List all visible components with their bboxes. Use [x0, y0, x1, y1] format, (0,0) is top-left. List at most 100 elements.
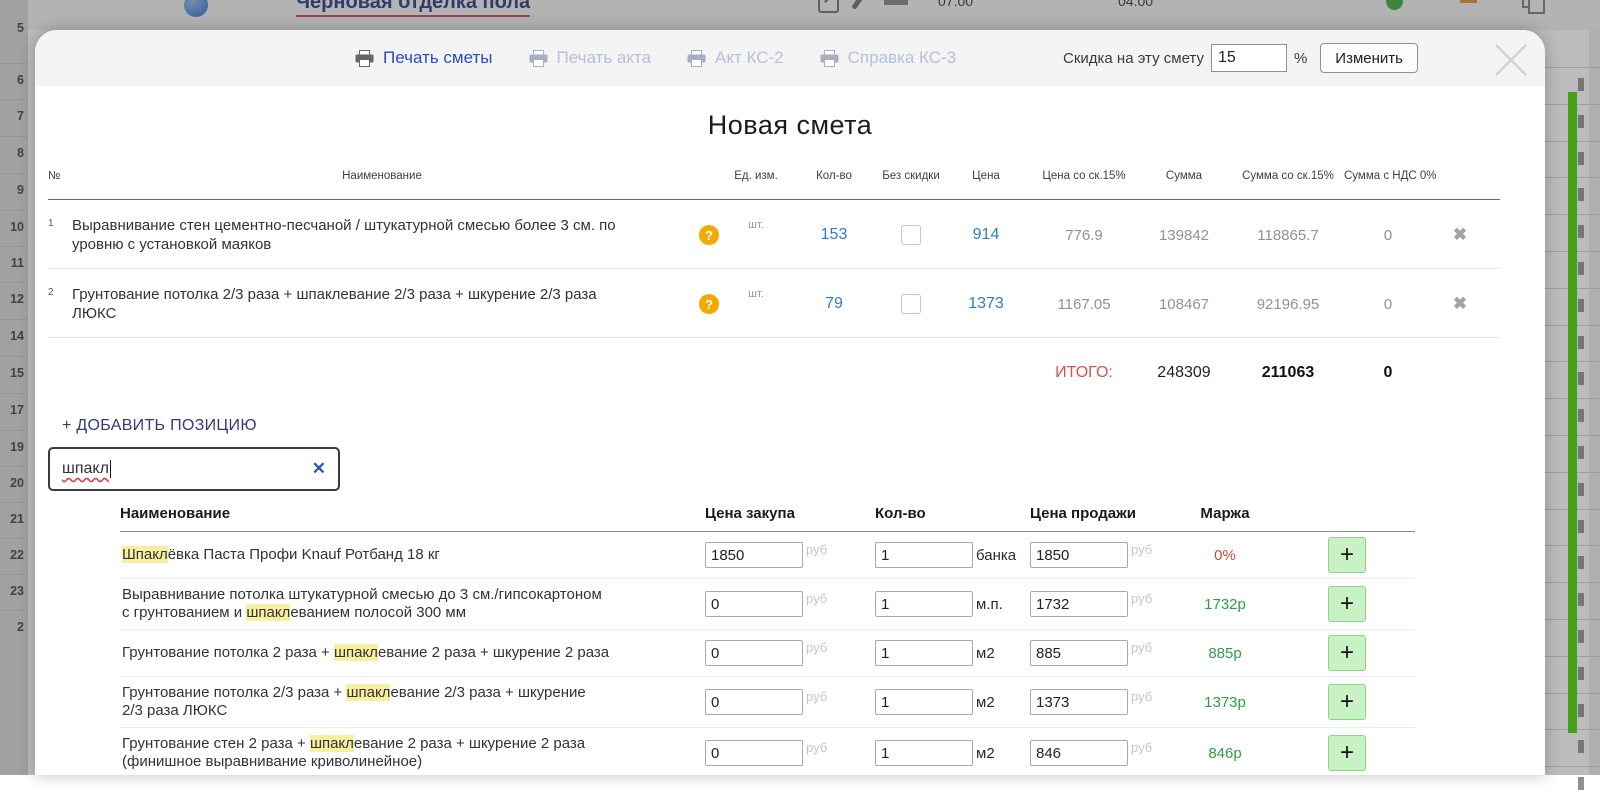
- price-discounted-value: 776.9: [1065, 226, 1103, 244]
- print-estimate-button[interactable]: Печать сметы: [355, 48, 493, 68]
- qty-input[interactable]: [875, 542, 973, 568]
- no-discount-checkbox[interactable]: [901, 225, 921, 245]
- sale-price-input[interactable]: [1030, 740, 1128, 766]
- catalog-results-table: Наименование Цена закупа Кол-во Цена про…: [120, 505, 1415, 775]
- total-sum-discounted: 211063: [1261, 364, 1315, 381]
- price-value[interactable]: 914: [940, 226, 1032, 244]
- header-sum-vat: Сумма с НДС 0%: [1344, 170, 1437, 182]
- add-to-estimate-button[interactable]: +: [1328, 635, 1366, 671]
- qty-input[interactable]: [875, 591, 973, 617]
- change-discount-button[interactable]: Изменить: [1320, 43, 1418, 73]
- sum-discounted-value: 118865.7: [1257, 226, 1319, 244]
- row-number: 2: [48, 287, 54, 298]
- printer-icon: [820, 49, 839, 67]
- add-to-estimate-button[interactable]: +: [1328, 684, 1366, 720]
- header-no-discount: Без скидки: [882, 170, 940, 182]
- act-ks2-label: Акт КС-2: [715, 48, 784, 67]
- delete-row-icon[interactable]: ✖: [1432, 225, 1488, 245]
- currency-label: руб: [806, 590, 828, 606]
- estimate-row: 2 Грунтование потолка 2/3 раза + шпаклев…: [48, 269, 1500, 338]
- unit-label: банка: [976, 546, 1017, 564]
- help-icon[interactable]: ?: [699, 225, 719, 245]
- unit-label: м.п.: [976, 595, 1003, 613]
- sum-vat-value: 0: [1383, 226, 1393, 244]
- search-match-highlight: шпакл: [346, 684, 391, 701]
- print-links: Печать сметы Печать акта Акт КС-2 Справк…: [355, 30, 956, 86]
- printer-icon: [355, 49, 374, 67]
- currency-label: руб: [1131, 639, 1153, 655]
- total-label: ИТОГО:: [1055, 364, 1113, 381]
- header-sum: Сумма: [1165, 170, 1203, 182]
- search-match-highlight: Шпакл: [122, 546, 168, 563]
- discount-input[interactable]: [1210, 44, 1287, 72]
- price-value[interactable]: 1373: [940, 295, 1032, 313]
- currency-label: руб: [806, 541, 828, 557]
- estimate-row: 1 Выравнивание стен цементно-песчаной / …: [48, 200, 1500, 269]
- act-ks2-button[interactable]: Акт КС-2: [687, 48, 784, 68]
- catalog-row: Грунтование стен 2 раза + шпаклевание 2 …: [120, 728, 1415, 775]
- qty-input[interactable]: [875, 689, 973, 715]
- print-act-button[interactable]: Печать акта: [529, 48, 651, 68]
- green-scroll-indicator[interactable]: [1568, 92, 1577, 733]
- printer-icon: [687, 49, 706, 67]
- print-estimate-label: Печать сметы: [383, 48, 493, 67]
- page-title: Новая смета: [707, 110, 873, 140]
- sale-price-input[interactable]: [1030, 591, 1128, 617]
- estimate-table-header: № Наименование Ед. изм. Кол-во Без скидк…: [48, 160, 1500, 200]
- qty-value[interactable]: 153: [786, 226, 882, 244]
- sale-price-input[interactable]: [1030, 542, 1128, 568]
- unit-label: м2: [976, 744, 995, 762]
- clear-search-icon[interactable]: ✕: [312, 459, 326, 479]
- spravka-ks3-button[interactable]: Справка КС-3: [820, 48, 956, 68]
- currency-label: руб: [806, 688, 828, 704]
- add-position-button[interactable]: + ДОБАВИТЬ ПОЗИЦИЮ: [62, 417, 257, 435]
- position-search-input[interactable]: шпакл ✕: [48, 447, 340, 491]
- discount-label: Скидка на эту смету: [1063, 49, 1204, 67]
- header-qty: Кол-во: [816, 170, 852, 182]
- search-match-highlight: шпакл: [309, 735, 354, 752]
- add-to-estimate-button[interactable]: +: [1328, 537, 1366, 573]
- header-unit: Ед. изм.: [734, 170, 778, 182]
- margin-value: 1732р: [1204, 595, 1246, 613]
- catalog-header-sale: Цена продажи: [1030, 505, 1136, 522]
- sum-value: 108467: [1158, 295, 1210, 313]
- sale-price-input[interactable]: [1030, 689, 1128, 715]
- add-to-estimate-button[interactable]: +: [1328, 586, 1366, 622]
- catalog-header-qty: Кол-во: [875, 505, 926, 522]
- purchase-price-input[interactable]: [705, 542, 803, 568]
- search-query-text: шпакл: [62, 460, 109, 477]
- help-icon[interactable]: ?: [699, 294, 719, 314]
- catalog-item-name: Грунтование потолка 2/3 раза + шпаклеван…: [122, 684, 586, 719]
- no-discount-checkbox[interactable]: [901, 294, 921, 314]
- printer-icon: [529, 49, 547, 67]
- unit-label: м2: [976, 693, 995, 711]
- qty-input[interactable]: [875, 740, 973, 766]
- delete-row-icon[interactable]: ✖: [1432, 294, 1488, 314]
- margin-value: 846р: [1208, 744, 1242, 762]
- add-to-estimate-button[interactable]: +: [1328, 735, 1366, 771]
- position-name: Выравнивание стен цементно-песчаной / шт…: [72, 217, 616, 253]
- total-sum: 248309: [1157, 364, 1211, 381]
- currency-label: руб: [1131, 541, 1153, 557]
- catalog-header-name: Наименование: [120, 505, 231, 522]
- catalog-row: Грунтование потолка 2 раза + шпаклевание…: [120, 630, 1415, 677]
- estimate-modal: Печать сметы Печать акта Акт КС-2 Справк…: [35, 30, 1545, 775]
- unit-label: м2: [976, 644, 995, 662]
- sale-price-input[interactable]: [1030, 640, 1128, 666]
- purchase-price-input[interactable]: [705, 591, 803, 617]
- purchase-price-input[interactable]: [705, 689, 803, 715]
- percent-sign: %: [1293, 49, 1308, 67]
- currency-label: руб: [806, 639, 828, 655]
- search-match-highlight: шпакл: [246, 604, 291, 621]
- search-match-highlight: шпакл: [333, 644, 378, 661]
- purchase-price-input[interactable]: [705, 640, 803, 666]
- purchase-price-input[interactable]: [705, 740, 803, 766]
- qty-value[interactable]: 79: [786, 295, 882, 313]
- position-name: Грунтование потолка 2/3 раза + шпаклеван…: [72, 286, 597, 322]
- qty-input[interactable]: [875, 640, 973, 666]
- price-discounted-value: 1167.05: [1057, 295, 1111, 313]
- header-price: Цена: [972, 170, 1000, 182]
- header-num: №: [48, 170, 61, 182]
- catalog-header: Наименование Цена закупа Кол-во Цена про…: [120, 505, 1415, 532]
- close-icon[interactable]: [1489, 38, 1533, 82]
